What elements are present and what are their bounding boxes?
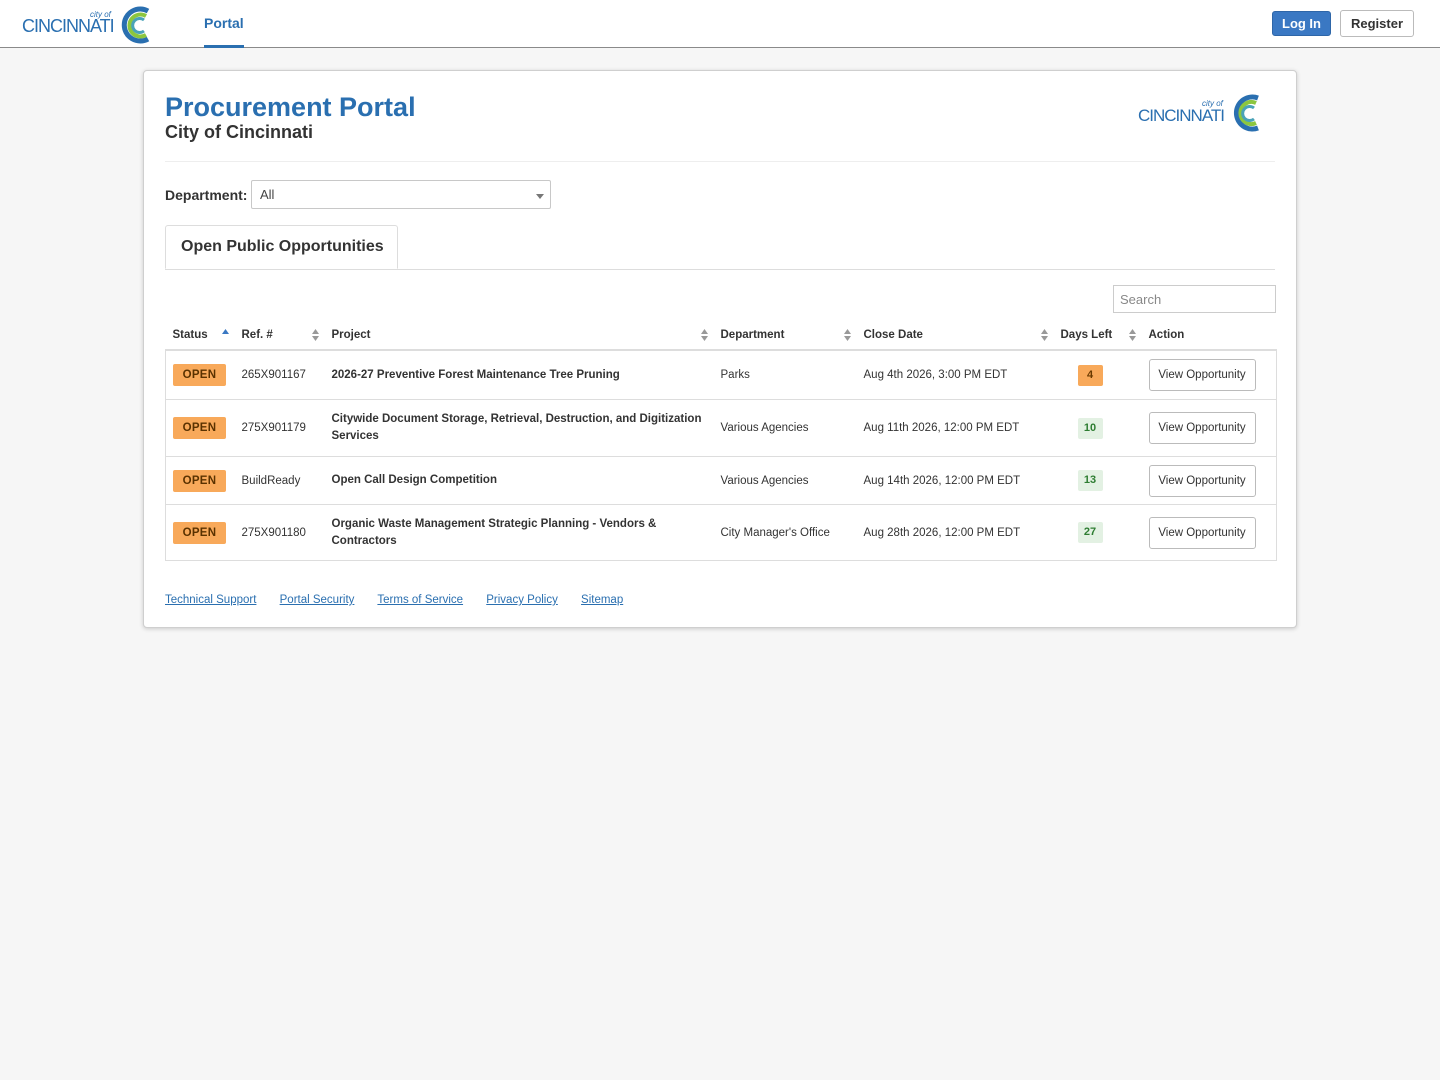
ref-cell: 265X901167 [234, 350, 325, 400]
table-row: OPEN 265X901167 2026-27 Preventive Fores… [165, 350, 1277, 400]
header-divider [165, 161, 1275, 162]
footer-links: Technical Support Portal Security Terms … [165, 594, 643, 606]
footer-link-technical-support[interactable]: Technical Support [165, 594, 256, 606]
column-header-days-left[interactable]: Days Left [1053, 321, 1142, 351]
city-logo[interactable]: city of CINCINNATI [22, 4, 152, 44]
opportunities-table: Status Ref. # Project Department Close D… [165, 321, 1277, 561]
column-header-project[interactable]: Project [324, 321, 714, 351]
ref-cell: 275X901179 [234, 399, 325, 457]
sort-icon [1040, 329, 1048, 341]
city-logo-large: city of CINCINNATI [1138, 94, 1259, 132]
chevron-down-icon [536, 194, 544, 199]
sort-icon [700, 329, 708, 341]
opportunities-table-wrapper: Status Ref. # Project Department Close D… [165, 321, 1277, 561]
sort-icon [311, 329, 319, 341]
status-badge: OPEN [173, 469, 226, 492]
column-header-department[interactable]: Department [713, 321, 857, 351]
sort-asc-icon [221, 329, 229, 334]
tab-open-public-opportunities[interactable]: Open Public Opportunities [165, 225, 398, 269]
view-opportunity-button[interactable]: View Opportunity [1148, 516, 1256, 549]
department-cell: City Manager's Office [713, 504, 857, 561]
table-row: OPEN BuildReady Open Call Design Competi… [165, 456, 1277, 505]
footer-link-sitemap[interactable]: Sitemap [581, 594, 623, 606]
view-opportunity-button[interactable]: View Opportunity [1148, 464, 1256, 497]
status-badge: OPEN [173, 521, 226, 544]
department-cell: Parks [713, 350, 857, 400]
project-cell: Open Call Design Competition [324, 456, 714, 505]
close-date-cell: Aug 4th 2026, 3:00 PM EDT [856, 350, 1054, 400]
days-left-badge: 13 [1077, 470, 1103, 491]
table-header-row: Status Ref. # Project Department Close D… [165, 321, 1277, 351]
project-cell: Citywide Document Storage, Retrieval, De… [324, 399, 714, 457]
ref-cell: 275X901180 [234, 504, 325, 561]
column-header-ref[interactable]: Ref. # [234, 321, 325, 351]
close-date-cell: Aug 11th 2026, 12:00 PM EDT [856, 399, 1054, 457]
department-selected-value: All [260, 187, 275, 202]
status-badge: OPEN [173, 417, 226, 439]
column-header-close-date[interactable]: Close Date [856, 321, 1054, 351]
main-card: Procurement Portal City of Cincinnati ci… [143, 70, 1297, 628]
footer-link-privacy-policy[interactable]: Privacy Policy [486, 594, 558, 606]
days-left-badge: 27 [1077, 522, 1103, 543]
view-opportunity-button[interactable]: View Opportunity [1148, 359, 1256, 391]
project-cell: Organic Waste Management Strategic Plann… [324, 504, 714, 561]
days-left-badge: 10 [1077, 417, 1103, 439]
sort-icon [843, 329, 851, 341]
days-left-badge: 4 [1077, 364, 1103, 386]
close-date-cell: Aug 28th 2026, 12:00 PM EDT [856, 504, 1054, 561]
ref-cell: BuildReady [234, 456, 325, 505]
table-row: OPEN 275X901180 Organic Waste Management… [165, 504, 1277, 561]
top-navbar: city of CINCINNATI Portal Log In Registe… [0, 0, 1440, 48]
search-input[interactable] [1113, 285, 1276, 313]
project-cell: 2026-27 Preventive Forest Maintenance Tr… [324, 350, 714, 400]
column-header-status[interactable]: Status [165, 321, 235, 351]
view-opportunity-button[interactable]: View Opportunity [1148, 412, 1256, 444]
page-subtitle: City of Cincinnati [165, 122, 313, 142]
department-cell: Various Agencies [713, 399, 857, 457]
department-label: Department: [165, 187, 248, 203]
logo-text: CINCINNATI [1138, 106, 1224, 125]
footer-link-terms-of-service[interactable]: Terms of Service [377, 594, 463, 606]
table-row: OPEN 275X901179 Citywide Document Storag… [165, 399, 1277, 457]
close-date-cell: Aug 14th 2026, 12:00 PM EDT [856, 456, 1054, 505]
register-button[interactable]: Register [1340, 10, 1414, 37]
department-cell: Various Agencies [713, 456, 857, 505]
column-header-action: Action [1141, 321, 1277, 351]
login-button[interactable]: Log In [1272, 11, 1331, 36]
department-select[interactable]: All [251, 180, 551, 209]
footer-link-portal-security[interactable]: Portal Security [280, 594, 355, 606]
sort-icon [1128, 329, 1136, 341]
tab-bar: Open Public Opportunities [165, 225, 1275, 270]
logo-text: CINCINNATI [22, 16, 114, 36]
status-badge: OPEN [173, 364, 226, 386]
page-title: Procurement Portal [165, 92, 416, 122]
nav-portal-tab[interactable]: Portal [204, 0, 244, 48]
